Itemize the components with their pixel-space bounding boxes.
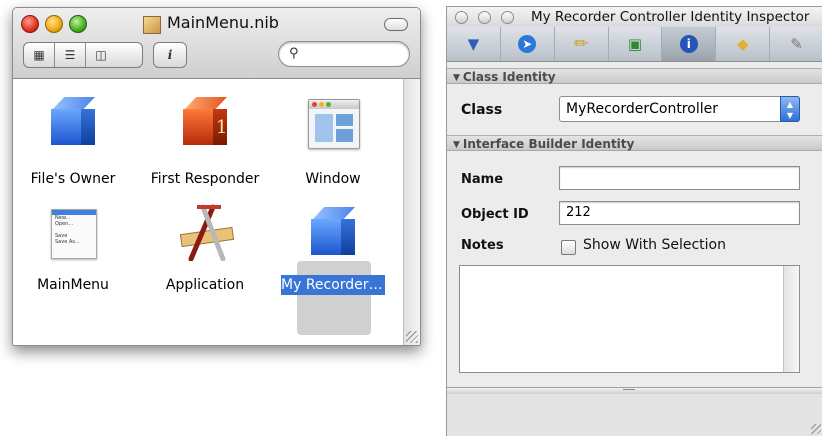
view-mode-segmented-control: ▦ ☰ ◫ — [23, 42, 143, 68]
notes-scrollbar[interactable] — [783, 266, 799, 372]
inspector-tab-bar: ▼ ➤ ✏ ▣ i ◆ ✎ — [447, 27, 822, 62]
combo-arrow-icon[interactable]: ▲ ▼ — [780, 96, 800, 122]
class-combo-box[interactable]: MyRecorderController ▲ ▼ — [559, 96, 800, 122]
class-identity-header[interactable]: ▼ Class Identity — [447, 68, 822, 84]
application-icon — [175, 197, 235, 269]
minimize-button[interactable] — [45, 15, 63, 33]
ib-identity-header[interactable]: ▼ Interface Builder Identity — [447, 135, 822, 151]
window-icon — [303, 91, 363, 163]
tab-bindings[interactable]: ◆ — [716, 27, 771, 61]
close-button[interactable] — [21, 15, 39, 33]
menu-icon: New... Open... Save Save As... — [43, 197, 103, 269]
divider-knob-icon — [623, 389, 635, 392]
nib-item-main-menu[interactable]: New... Open... Save Save As... MainMenu — [13, 197, 133, 307]
disclosure-triangle-icon: ▼ — [453, 140, 460, 150]
menu-icon-line: Save As... — [55, 239, 80, 245]
class-combo-value: MyRecorderController — [566, 101, 718, 117]
nib-file-icon — [143, 16, 161, 34]
applescript-icon: ✎ — [790, 35, 803, 53]
nib-window: MainMenu.nib ▦ ☰ ◫ i ⚲ File's Owner 1 Fi… — [12, 7, 421, 346]
info-segmented-control: i — [153, 42, 187, 68]
nib-item-files-owner[interactable]: File's Owner — [13, 91, 133, 201]
outline-view-icon: ☰ — [64, 48, 76, 62]
nib-document-area: File's Owner 1 First Responder Window Ne… — [13, 79, 403, 345]
inspector-titlebar: My Recorder Controller Identity Inspecto… — [447, 7, 822, 27]
toolbar-toggle-button[interactable] — [384, 18, 408, 31]
inspector-zoom-button[interactable] — [501, 11, 514, 24]
notes-label: Notes — [461, 238, 504, 253]
size-ruler-icon: ✏ — [574, 34, 589, 54]
nib-item-label: Window — [305, 171, 361, 187]
tab-size[interactable]: ✏ — [555, 27, 609, 61]
nib-item-label: First Responder — [150, 171, 260, 187]
tab-identity[interactable]: i — [662, 27, 717, 61]
first-responder-digit: 1 — [216, 117, 228, 138]
object-id-label: Object ID — [461, 207, 529, 222]
tab-attributes[interactable]: ▼ — [447, 27, 501, 61]
column-view-button[interactable]: ◫ — [86, 43, 116, 67]
inspector-title: My Recorder Controller Identity Inspecto… — [531, 9, 810, 25]
disclosure-triangle-icon: ▼ — [453, 73, 460, 83]
nib-titlebar: MainMenu.nib ▦ ☰ ◫ i ⚲ — [13, 8, 420, 79]
nib-item-first-responder[interactable]: 1 First Responder — [145, 91, 265, 201]
object-id-field[interactable]: 212 — [559, 201, 800, 225]
resize-grip-icon[interactable] — [406, 331, 418, 343]
identity-inspector-window: My Recorder Controller Identity Inspecto… — [446, 6, 822, 436]
inspector-bottom-pane — [447, 394, 822, 436]
connections-icon: ▣ — [627, 35, 643, 53]
tab-effects[interactable]: ➤ — [501, 27, 555, 61]
outline-view-button[interactable]: ☰ — [55, 43, 86, 67]
show-with-selection-checkbox[interactable] — [561, 240, 576, 255]
effects-icon: ➤ — [518, 35, 537, 53]
nib-item-label: MainMenu — [37, 277, 109, 293]
vertical-scrollbar[interactable] — [403, 79, 420, 345]
zoom-button[interactable] — [69, 15, 87, 33]
nib-item-label-selected: My Recorder ... — [281, 275, 385, 295]
nib-item-label: File's Owner — [30, 171, 116, 187]
ib-identity-header-label: Interface Builder Identity — [462, 137, 635, 151]
inspector-close-button[interactable] — [455, 11, 468, 24]
name-field[interactable] — [559, 166, 800, 190]
bindings-icon: ◆ — [736, 35, 749, 53]
search-icon: ⚲ — [289, 46, 299, 61]
nib-item-window[interactable]: Window — [273, 91, 393, 201]
notes-text-area[interactable] — [459, 265, 800, 373]
icon-view-icon: ▦ — [33, 48, 45, 62]
nib-item-label: Application — [165, 277, 245, 293]
tab-applescript[interactable]: ✎ — [770, 27, 822, 61]
name-label: Name — [461, 172, 504, 187]
tab-connections[interactable]: ▣ — [609, 27, 663, 61]
window-title: MainMenu.nib — [167, 13, 279, 32]
inspector-minimize-button[interactable] — [478, 11, 491, 24]
blue-cube-icon — [303, 197, 363, 269]
resize-grip-icon[interactable] — [811, 424, 821, 434]
info-icon: i — [167, 48, 173, 62]
blue-cube-icon — [43, 91, 103, 163]
icon-view-button[interactable]: ▦ — [24, 43, 55, 67]
identity-info-icon: i — [679, 35, 698, 53]
class-identity-header-label: Class Identity — [462, 70, 556, 84]
attributes-icon: ▼ — [467, 35, 480, 53]
class-label: Class — [461, 102, 503, 118]
nib-item-application[interactable]: Application — [145, 197, 265, 307]
search-field[interactable]: ⚲ — [278, 41, 410, 67]
show-with-selection-label[interactable]: Show With Selection — [583, 237, 726, 253]
red-cube-icon: 1 — [175, 91, 235, 163]
info-button[interactable]: i — [154, 43, 186, 67]
nib-item-my-recorder-controller[interactable]: My Recorder ... — [273, 197, 393, 307]
column-view-icon: ◫ — [95, 48, 107, 62]
